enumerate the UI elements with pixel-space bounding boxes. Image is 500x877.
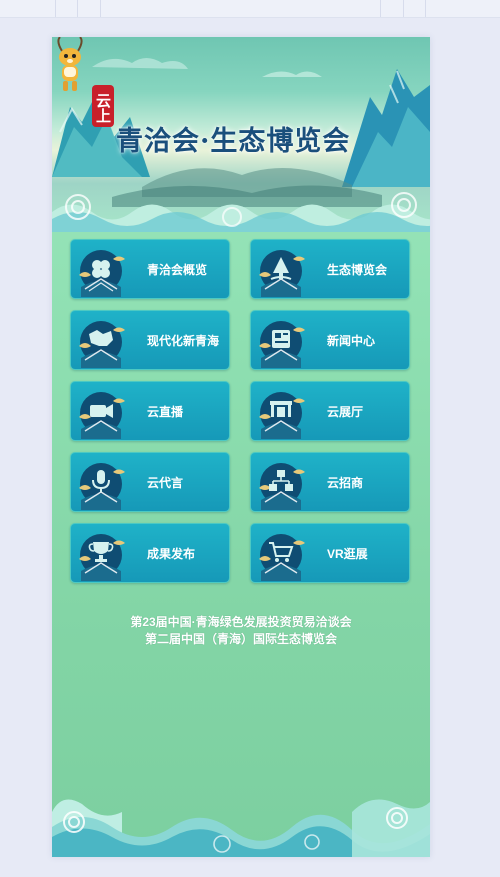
menu-label: 云直播 xyxy=(147,405,184,419)
menu-label: 云代言 xyxy=(147,476,184,490)
newspaper-icon xyxy=(257,316,315,368)
menu-label: VR逛展 xyxy=(327,547,368,561)
antelope-mascot-icon xyxy=(57,37,83,91)
browser-top-strip xyxy=(0,0,500,18)
menu-item-investment[interactable]: 云招商 xyxy=(250,452,410,512)
mobile-page: 云上 青洽会·生态博览会 青洽会概览 生态博览会 现代化新青海 新闻中心 云直播… xyxy=(52,37,430,857)
menu-item-results[interactable]: 成果发布 xyxy=(70,523,230,583)
hall-icon xyxy=(257,387,315,439)
banner-title: 青洽会·生态博览会 xyxy=(116,126,351,157)
menu-label: 云展厅 xyxy=(327,405,364,419)
menu-label: 云招商 xyxy=(327,476,364,490)
tree-icon xyxy=(257,245,315,297)
menu-item-modern-qinghai[interactable]: 现代化新青海 xyxy=(70,310,230,370)
video-camera-icon xyxy=(77,387,135,439)
menu-item-vr-tour[interactable]: VR逛展 xyxy=(250,523,410,583)
map-icon xyxy=(77,316,135,368)
header-banner: 云上 青洽会·生态博览会 xyxy=(52,37,430,232)
event-caption-line2: 第二届中国（青海）国际生态博览会 xyxy=(144,632,337,646)
wave-footer-decoration xyxy=(52,799,430,857)
cart-icon xyxy=(257,529,315,581)
menu-item-live[interactable]: 云直播 xyxy=(70,381,230,441)
menu-item-news-center[interactable]: 新闻中心 xyxy=(250,310,410,370)
menu-item-overview[interactable]: 青洽会概览 xyxy=(70,239,230,299)
seal-stamp: 云上 xyxy=(92,85,114,127)
event-caption-line1: 第23届中国·青海绿色发展投资贸易洽谈会 xyxy=(130,615,352,629)
menu-item-exhibition-hall[interactable]: 云展厅 xyxy=(250,381,410,441)
microphone-icon xyxy=(77,458,135,510)
menu-label: 青洽会概览 xyxy=(147,263,208,277)
menu-label: 新闻中心 xyxy=(327,334,376,348)
network-icon xyxy=(257,458,315,510)
trophy-icon xyxy=(77,529,135,581)
clover-icon xyxy=(77,245,135,297)
menu-label: 现代化新青海 xyxy=(147,334,220,348)
menu-item-endorsement[interactable]: 云代言 xyxy=(70,452,230,512)
menu-item-eco-expo[interactable]: 生态博览会 xyxy=(250,239,410,299)
menu-label: 生态博览会 xyxy=(327,263,388,277)
menu-label: 成果发布 xyxy=(147,547,196,561)
